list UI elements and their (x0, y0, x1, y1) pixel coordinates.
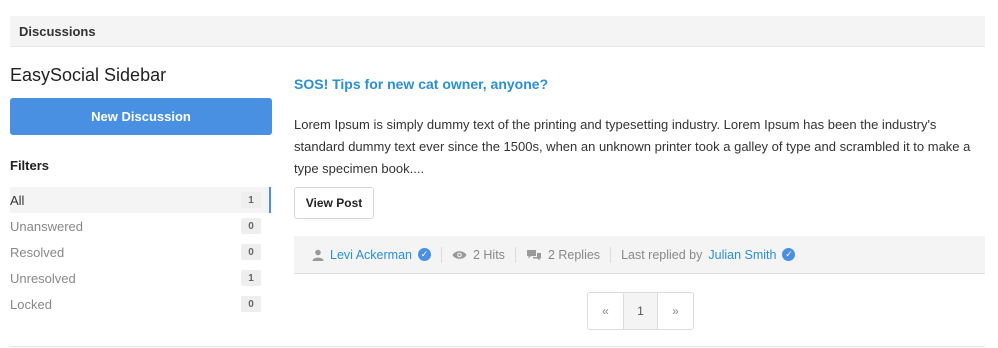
filter-label: Resolved (10, 244, 65, 260)
author-link[interactable]: Levi Ackerman (330, 248, 412, 262)
section-header: Discussions (10, 16, 985, 47)
filter-item-unanswered[interactable]: Unanswered 0 (10, 213, 270, 239)
divider (610, 246, 612, 263)
divider (440, 246, 442, 263)
filter-count-badge: 1 (241, 270, 261, 286)
divider (514, 246, 516, 263)
divider (10, 346, 985, 347)
filter-count-badge: 1 (241, 192, 261, 208)
sidebar-title: EasySocial Sidebar (10, 65, 167, 85)
eye-icon (452, 250, 467, 260)
filter-list: All 1 Unanswered 0 Resolved 0 Unresolved… (10, 187, 271, 317)
user-icon (312, 249, 324, 261)
last-replied-label: Last replied by (621, 247, 703, 262)
filter-item-locked[interactable]: Locked 0 (10, 291, 270, 317)
post-excerpt: Lorem Ipsum is simply dummy text of the … (294, 117, 971, 176)
pagination: « 1 » (587, 292, 694, 330)
filter-label: Unanswered (10, 218, 83, 234)
filter-count-badge: 0 (241, 218, 261, 234)
hits-count: 2 Hits (472, 247, 505, 262)
last-reply-meta: Last replied by Julian Smith ✓ (621, 247, 796, 262)
filter-label: Locked (10, 296, 52, 312)
replies-count: 2 Replies (547, 247, 601, 262)
hits-meta: 2 Hits (452, 248, 505, 262)
filter-count-badge: 0 (241, 244, 261, 260)
verified-badge-icon: ✓ (782, 248, 796, 261)
comments-icon (526, 249, 542, 261)
filter-count-badge: 0 (241, 296, 261, 312)
post-meta-bar: Levi Ackerman ✓ 2 Hits 2 Replies Last re… (294, 236, 985, 274)
filter-label: Unresolved (10, 270, 76, 286)
filter-label: All (10, 192, 25, 208)
filter-item-resolved[interactable]: Resolved 0 (10, 239, 270, 265)
filter-item-all[interactable]: All 1 (10, 187, 271, 213)
post-title-link[interactable]: SOS! Tips for new cat owner, anyone? (294, 76, 548, 92)
pagination-page-1[interactable]: 1 (623, 293, 658, 329)
view-post-button[interactable]: View Post (294, 187, 374, 219)
pagination-next[interactable]: » (658, 293, 693, 329)
section-title: Discussions (19, 23, 96, 39)
pagination-prev[interactable]: « (588, 293, 623, 329)
filter-item-unresolved[interactable]: Unresolved 1 (10, 265, 270, 291)
replies-meta: 2 Replies (526, 248, 600, 262)
author-meta: Levi Ackerman ✓ (312, 248, 431, 262)
verified-badge-icon: ✓ (417, 248, 431, 261)
new-discussion-button[interactable]: New Discussion (10, 98, 272, 135)
last-replied-user-link[interactable]: Julian Smith (708, 248, 776, 262)
filters-heading: Filters (10, 158, 50, 173)
